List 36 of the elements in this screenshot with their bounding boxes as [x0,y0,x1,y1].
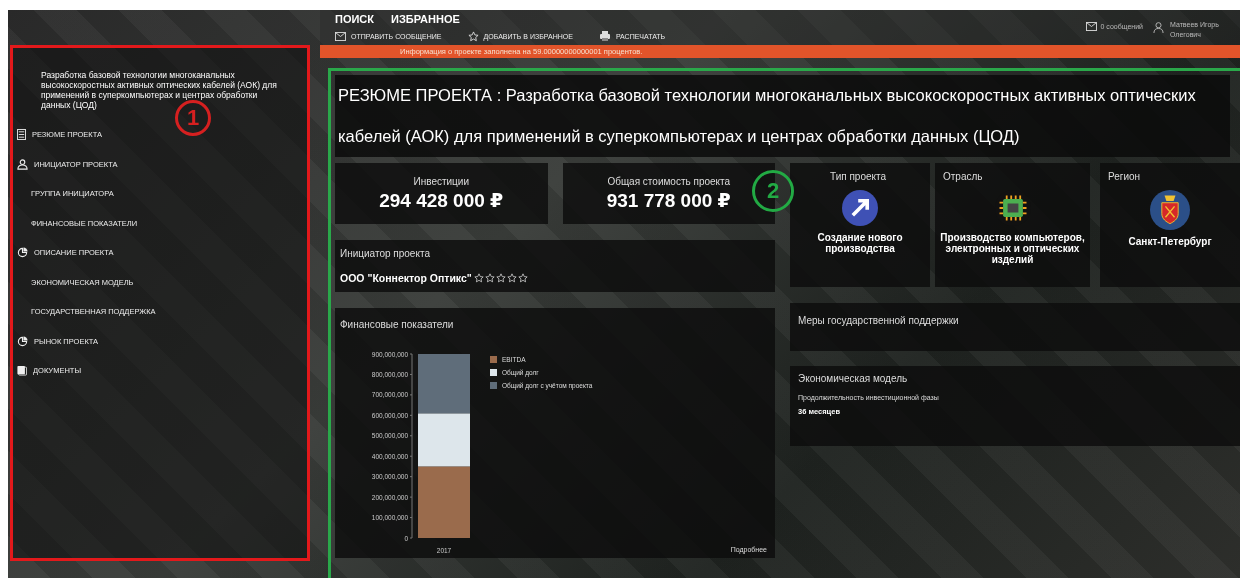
mail-icon [1085,22,1097,31]
mail-icon [335,31,346,41]
metric-label: Общая стоимость проекта [607,175,731,187]
rating-star[interactable] [484,273,495,283]
fact-label: Тип проекта [829,171,887,182]
pie-icon [17,335,28,347]
folder-icon [17,365,27,377]
annotation-marker: 2 [752,170,794,212]
coat-of-arms-icon [1150,190,1190,230]
document-icon [17,129,26,141]
card-title: Инициатор проекта [340,248,431,259]
page-title: РЕЗЮМЕ ПРОЕКТА : Разработка базовой технологии многоканальных высокоскоростных активных оптических кабелей (АОК) для применений в суперкомпьютерах и центрах обработки данных (ЦОД) [335,75,1230,157]
pie-icon [17,247,28,259]
annotation-marker: 1 [175,100,211,136]
rating-star[interactable] [473,273,484,283]
nav-link[interactable]: ПОИСК [335,13,375,25]
metric-label: Инвестиции [413,175,469,187]
fact-label: Регион [1107,171,1141,182]
rating-star[interactable] [495,273,506,283]
rating-star[interactable] [506,273,517,283]
star-icon [467,30,479,42]
company-name: ООО "Коннектор Оптикс" [340,272,472,284]
card-title: Экономическая модель [798,373,909,384]
person-icon [17,158,28,170]
metric-value: 294 428 000 ₽ [379,188,504,212]
fact-value: Санкт-Петербург [1128,236,1212,247]
printer-icon [598,30,611,42]
fact-value: Производство компьютеров, электронных и оптических изделий [939,232,1086,265]
card-title: Меры государственной поддержки [798,315,959,326]
card-title: Финансовые показатели [340,319,454,330]
nav-link[interactable]: ИЗБРАННОЕ [391,13,460,25]
rating-star[interactable] [517,273,528,283]
fact-value: Создание нового производства [816,232,904,254]
metric-value: 931 778 000 ₽ [606,188,731,212]
user-icon [1153,22,1164,33]
fact-label: Отрасль [942,171,983,182]
